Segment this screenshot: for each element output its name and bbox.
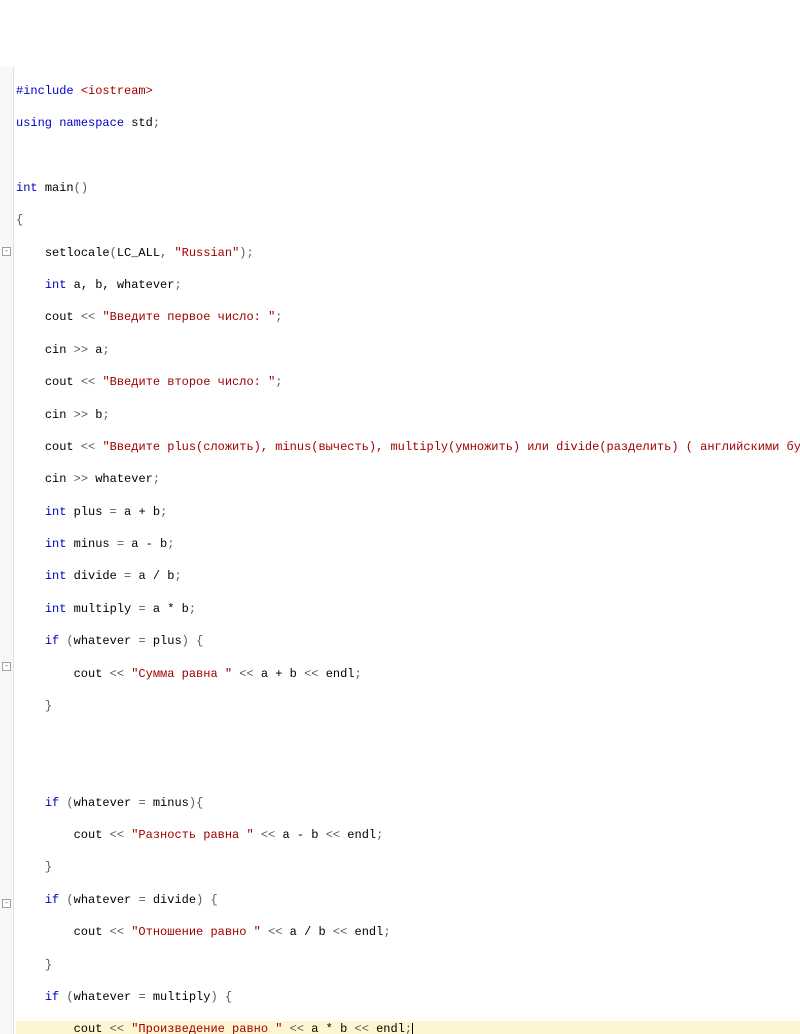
kw-using: using bbox=[16, 116, 52, 130]
text-caret bbox=[412, 1023, 413, 1034]
fn-main: main bbox=[45, 181, 74, 195]
code-area[interactable]: #include <iostream> using namespace std;… bbox=[14, 67, 800, 1034]
current-line: cout << "Произведение равно " << a * b <… bbox=[16, 1021, 800, 1034]
type-int: int bbox=[16, 181, 38, 195]
preproc: #include bbox=[16, 84, 74, 98]
code-editor[interactable]: - - - - - #include <iostream> using name… bbox=[0, 65, 800, 1034]
kw-namespace: namespace bbox=[59, 116, 124, 130]
fold-toggle-if2[interactable]: - bbox=[2, 899, 11, 908]
fold-toggle-main[interactable]: - bbox=[2, 247, 11, 256]
id-std: std bbox=[131, 116, 153, 130]
fn-setlocale: setlocale bbox=[45, 246, 110, 260]
include-header: <iostream> bbox=[81, 84, 153, 98]
fold-gutter: - - - - - bbox=[0, 67, 14, 1034]
fold-toggle-if1[interactable]: - bbox=[2, 662, 11, 671]
